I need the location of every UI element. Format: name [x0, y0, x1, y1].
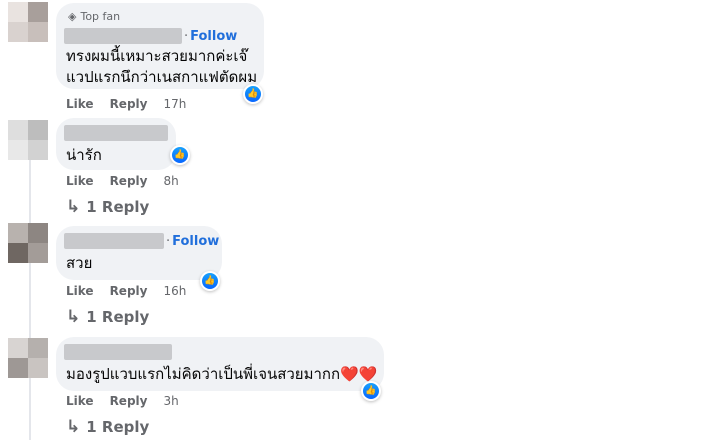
timestamp[interactable]: 8h	[163, 174, 178, 188]
avatar-pixel	[28, 243, 48, 263]
reply-arrow-icon: ↳	[66, 417, 81, 437]
avatar-pixel	[28, 358, 48, 378]
comment-bubble: ◈ Top fan · Follow ทรงผมนี้เหมาะสวยมากค่ะ…	[56, 3, 264, 89]
follow-label: Follow	[172, 233, 220, 249]
replies-count: 1 Reply	[86, 198, 150, 216]
view-replies-link[interactable]: ↳ 1 Reply	[66, 417, 149, 437]
avatar-pixel	[8, 223, 28, 243]
comment-text-line: แวปแรกนึกว่าเนสกาแฟตัดผม	[66, 68, 258, 86]
comment-bubble: น่ารัก	[56, 118, 176, 170]
follow-label: Follow	[190, 28, 238, 44]
avatar[interactable]	[8, 120, 48, 160]
thumbs-up-icon: 👍	[202, 273, 218, 289]
avatar-pixel	[8, 338, 28, 358]
reaction-badge[interactable]: 👍	[200, 271, 220, 291]
avatar[interactable]	[8, 338, 48, 378]
diamond-icon: ◈	[68, 10, 77, 23]
avatar[interactable]	[8, 2, 48, 42]
commenter-name-blurred[interactable]	[64, 28, 182, 44]
avatar-pixel	[28, 120, 48, 140]
thumbs-up-icon: 👍	[172, 147, 188, 163]
reply-arrow-icon: ↳	[66, 307, 81, 327]
reaction-badge[interactable]: 👍	[170, 145, 190, 165]
like-button[interactable]: Like	[66, 394, 94, 408]
avatar-pixel	[28, 2, 48, 22]
replies-count: 1 Reply	[86, 308, 150, 326]
top-fan-label: Top fan	[80, 10, 121, 23]
avatar-pixel	[8, 120, 28, 140]
timestamp[interactable]: 17h	[163, 97, 186, 111]
avatar-pixel	[28, 140, 48, 160]
avatar-pixel	[8, 243, 28, 263]
comment-bubble: มองรูปแวบแรกไม่คิดว่าเป็นพี่เจนสวยมากก❤️…	[56, 337, 384, 391]
comment-text-line: ทรงผมนี้เหมาะสวยมากค่ะเจ๊	[66, 47, 248, 65]
follow-button[interactable]: · Follow	[166, 234, 219, 249]
replies-count: 1 Reply	[86, 418, 150, 436]
follow-button[interactable]: · Follow	[184, 29, 237, 44]
avatar-pixel	[28, 338, 48, 358]
thread-line	[29, 150, 31, 440]
timestamp[interactable]: 3h	[163, 394, 178, 408]
comment-text: มองรูปแวบแรกไม่คิดว่าเป็นพี่เจนสวยมากก❤️…	[66, 364, 377, 385]
comment-bubble: · Follow สวย	[56, 226, 222, 280]
comment-text: ทรงผมนี้เหมาะสวยมากค่ะเจ๊ แวปแรกนึกว่าเน…	[66, 46, 257, 88]
avatar[interactable]	[8, 223, 48, 263]
reply-button[interactable]: Reply	[110, 394, 148, 408]
like-button[interactable]: Like	[66, 284, 94, 298]
commenter-name-blurred[interactable]	[64, 233, 164, 249]
like-button[interactable]: Like	[66, 97, 94, 111]
reaction-badge[interactable]: 👍	[361, 381, 381, 401]
avatar-pixel	[28, 223, 48, 243]
comment-text: น่ารัก	[66, 146, 102, 164]
like-button[interactable]: Like	[66, 174, 94, 188]
view-replies-link[interactable]: ↳ 1 Reply	[66, 197, 149, 217]
avatar-pixel	[28, 22, 48, 42]
timestamp[interactable]: 16h	[163, 284, 186, 298]
reply-button[interactable]: Reply	[110, 174, 148, 188]
view-replies-link[interactable]: ↳ 1 Reply	[66, 307, 149, 327]
avatar-pixel	[8, 2, 28, 22]
reply-button[interactable]: Reply	[110, 97, 148, 111]
thumbs-up-icon: 👍	[245, 86, 261, 102]
commenter-name-blurred[interactable]	[64, 125, 168, 141]
commenter-name-blurred[interactable]	[64, 344, 172, 360]
reaction-badge[interactable]: 👍	[243, 84, 263, 104]
avatar-pixel	[8, 22, 28, 42]
reply-button[interactable]: Reply	[110, 284, 148, 298]
comment-text: สวย	[66, 254, 93, 272]
avatar-pixel	[8, 358, 28, 378]
thumbs-up-icon: 👍	[363, 383, 379, 399]
comment-text-body: มองรูปแวบแรกไม่คิดว่าเป็นพี่เจนสวยมากก	[66, 365, 341, 383]
reply-arrow-icon: ↳	[66, 197, 81, 217]
top-fan-badge: ◈ Top fan	[68, 10, 120, 23]
avatar-pixel	[8, 140, 28, 160]
